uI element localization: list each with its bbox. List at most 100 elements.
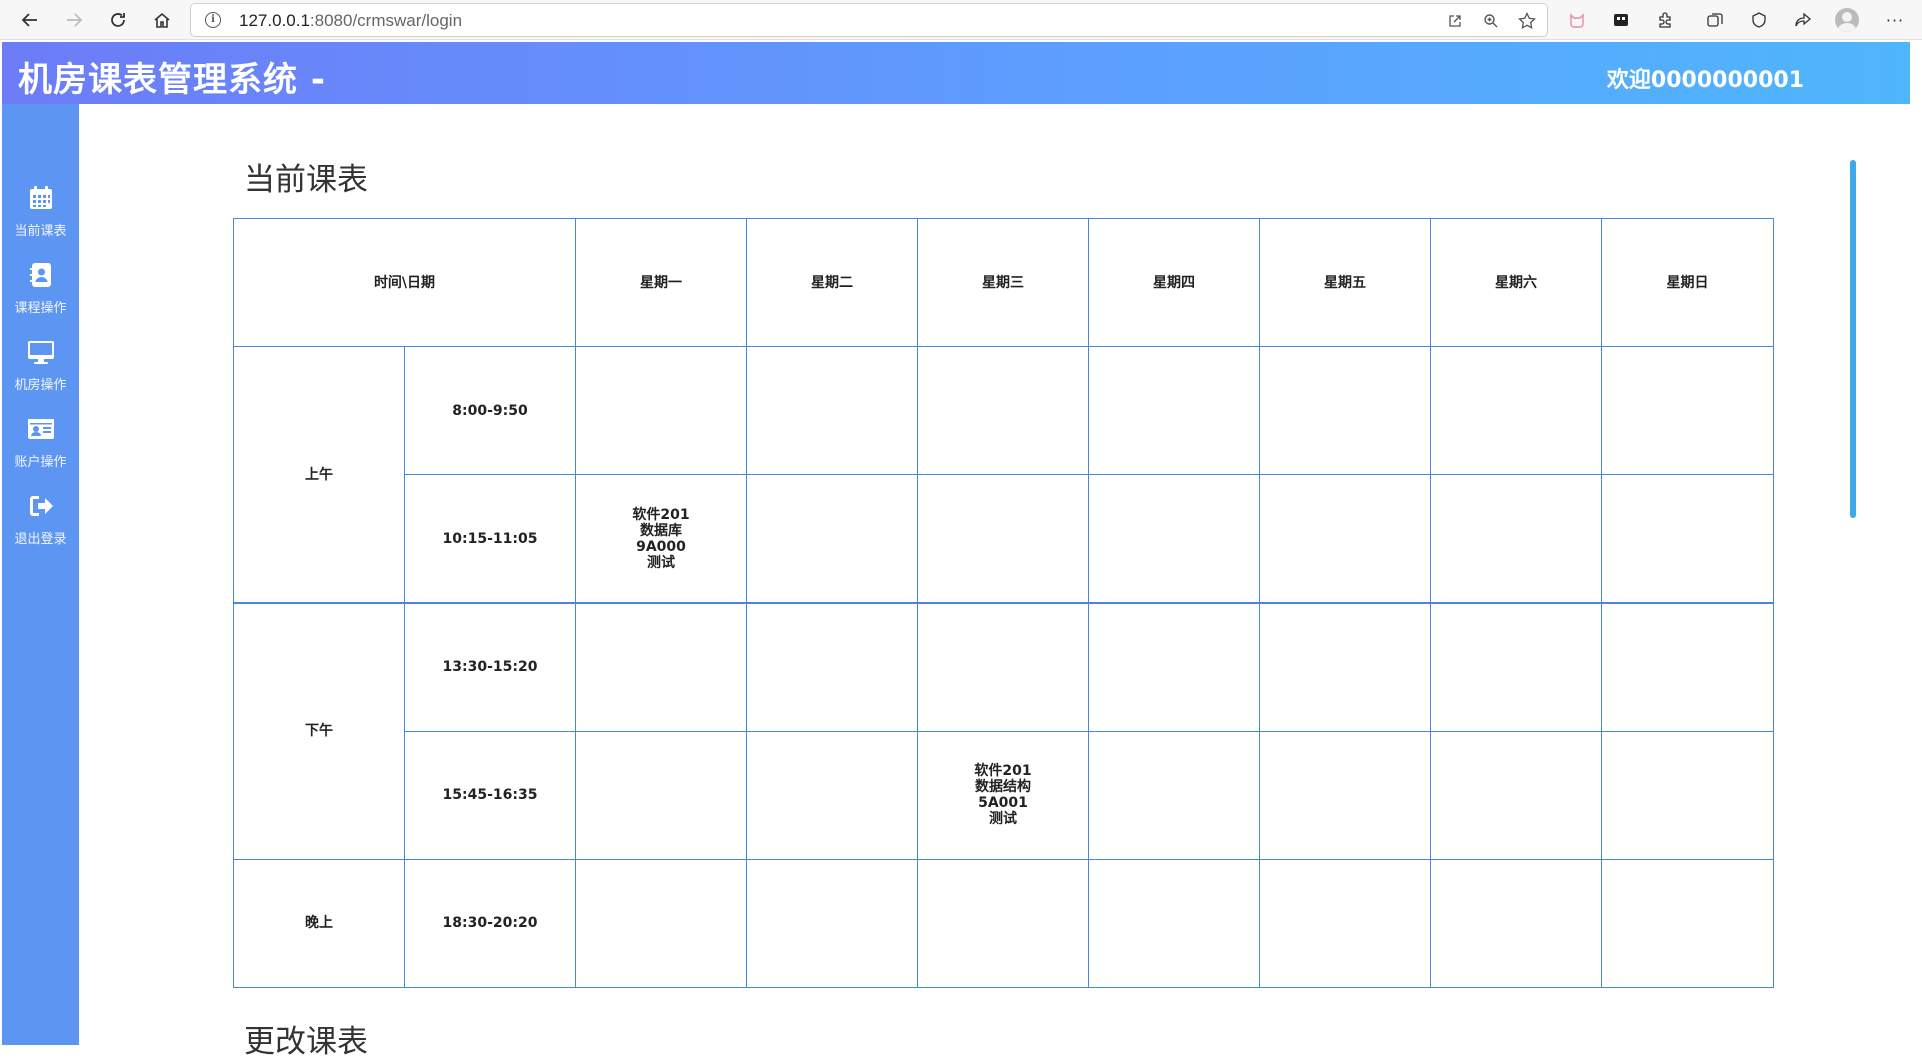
time-slot: 13:30-15:20 xyxy=(404,602,576,732)
table-row: 晚上 18:30-20:20 xyxy=(233,858,1774,989)
timetable-cell[interactable] xyxy=(575,602,747,732)
more-options-icon[interactable]: ··· xyxy=(1880,6,1910,34)
sidebar: 当前课表 课程操作 机房操作 账户操作 退出登录 xyxy=(2,104,79,1045)
contact-book-icon xyxy=(29,263,51,287)
back-icon[interactable] xyxy=(16,6,44,34)
address-bar[interactable]: i 127.0.0.1:8080/crmswar/login xyxy=(190,3,1548,37)
extension-cat-icon[interactable] xyxy=(1562,6,1592,34)
timetable-cell[interactable] xyxy=(1430,858,1602,989)
course-teacher: 测试 xyxy=(647,554,675,571)
day-header: 星期三 xyxy=(917,217,1089,348)
course-cell[interactable]: 软件201 数据结构 5A001 测试 xyxy=(917,730,1089,860)
extension-box-icon[interactable] xyxy=(1606,6,1636,34)
zoom-icon[interactable] xyxy=(1480,10,1502,32)
scrollbar-thumb[interactable] xyxy=(1850,160,1856,518)
day-header: 星期日 xyxy=(1601,217,1774,348)
timetable-cell[interactable] xyxy=(746,346,918,476)
extensions-puzzle-icon[interactable] xyxy=(1650,6,1680,34)
id-card-icon xyxy=(27,419,54,439)
collections-icon[interactable] xyxy=(1700,6,1730,34)
time-slot: 8:00-9:50 xyxy=(404,346,576,476)
timetable-cell[interactable] xyxy=(1430,474,1602,604)
timetable-cell[interactable] xyxy=(746,602,918,732)
sign-out-icon xyxy=(29,496,53,516)
timetable-cell[interactable] xyxy=(1259,858,1431,989)
day-header: 星期五 xyxy=(1259,217,1431,348)
timetable-cell[interactable] xyxy=(1430,602,1602,732)
timetable-cell[interactable] xyxy=(917,474,1089,604)
day-header: 星期一 xyxy=(575,217,747,348)
timetable-cell[interactable] xyxy=(1088,730,1260,860)
timetable-cell[interactable] xyxy=(1259,474,1431,604)
monitor-icon xyxy=(27,341,54,364)
timetable-cell[interactable] xyxy=(1088,858,1260,989)
timetable-cell[interactable] xyxy=(1088,602,1260,732)
url-text[interactable]: 127.0.0.1:8080/crmswar/login xyxy=(239,11,462,31)
sidebar-item-logout[interactable]: 退出登录 xyxy=(2,492,79,564)
favorite-star-icon[interactable] xyxy=(1516,10,1538,32)
time-slot: 15:45-16:35 xyxy=(404,730,576,860)
sidebar-item-label: 机房操作 xyxy=(14,378,67,393)
table-header-row: 时间\日期 星期一 星期二 星期三 星期四 星期五 星期六 星期日 xyxy=(233,217,1774,348)
timetable-cell[interactable] xyxy=(1601,602,1774,732)
timetable-cell[interactable] xyxy=(1601,730,1774,860)
sidebar-item-label: 账户操作 xyxy=(14,455,67,470)
time-slot: 10:15-11:05 xyxy=(404,474,576,604)
course-room: 9A000 xyxy=(636,538,686,555)
change-timetable-title: 更改课表 xyxy=(244,1024,368,1060)
timetable-cell[interactable] xyxy=(746,474,918,604)
table-row: 上午 8:00-9:50 xyxy=(233,346,1774,604)
sidebar-item-label: 当前课表 xyxy=(14,224,67,239)
timetable-cell[interactable] xyxy=(1088,474,1260,604)
timetable-cell[interactable] xyxy=(1601,474,1774,604)
share-icon[interactable] xyxy=(1788,6,1818,34)
info-icon[interactable]: i xyxy=(205,12,221,28)
course-cell[interactable]: 软件201 数据库 9A000 测试 xyxy=(575,474,747,604)
timetable-cell[interactable] xyxy=(1259,346,1431,476)
course-name: 数据结构 xyxy=(975,779,1031,796)
sidebar-item-label: 退出登录 xyxy=(14,532,67,547)
course-room: 5A001 xyxy=(978,795,1028,812)
timetable-cell[interactable] xyxy=(1088,346,1260,476)
timetable-cell[interactable] xyxy=(1430,730,1602,860)
timetable-cell[interactable] xyxy=(917,346,1089,476)
period-label: 晚上 xyxy=(233,858,405,989)
timetable-cell[interactable] xyxy=(917,602,1089,732)
timetable-cell[interactable] xyxy=(1259,602,1431,732)
timetable-cell[interactable] xyxy=(1259,730,1431,860)
timetable-cell[interactable] xyxy=(575,730,747,860)
welcome-text: 欢迎0000000001 xyxy=(1606,68,1804,93)
course-name: 数据库 xyxy=(640,522,682,539)
day-header: 星期四 xyxy=(1088,217,1260,348)
app-header: 机房课表管理系统 - 欢迎0000000001 xyxy=(2,42,1910,104)
browser-toolbar: i 127.0.0.1:8080/crmswar/login ··· xyxy=(0,0,1922,40)
timetable-cell[interactable] xyxy=(575,346,747,476)
sidebar-item-room-ops[interactable]: 机房操作 xyxy=(2,338,79,410)
profile-avatar[interactable] xyxy=(1835,8,1859,32)
table-row: 10:15-11:05 软件201 数据库 9A000 测试 xyxy=(234,474,1774,604)
timetable-cell[interactable] xyxy=(1601,858,1774,989)
refresh-icon[interactable] xyxy=(104,6,132,34)
open-in-app-icon[interactable] xyxy=(1444,10,1466,32)
sidebar-item-course-ops[interactable]: 课程操作 xyxy=(2,261,79,333)
timetable-cell[interactable] xyxy=(746,858,918,989)
timetable: 时间\日期 星期一 星期二 星期三 星期四 星期五 星期六 星期日 上午 8:0… xyxy=(233,217,1774,989)
timetable-cell[interactable] xyxy=(917,858,1089,989)
timetable-cell[interactable] xyxy=(1601,346,1774,476)
timetable-cell[interactable] xyxy=(575,858,747,989)
table-row: 下午 13:30-15:20 xyxy=(233,602,1774,860)
period-label: 上午 xyxy=(233,346,405,604)
browser-essentials-icon[interactable] xyxy=(1744,6,1774,34)
app-title: 机房课表管理系统 - xyxy=(18,60,326,100)
sidebar-item-current-timetable[interactable]: 当前课表 xyxy=(2,184,79,256)
course-class: 软件201 xyxy=(974,763,1032,780)
day-header: 星期二 xyxy=(746,217,918,348)
forward-icon[interactable] xyxy=(60,6,88,34)
home-icon[interactable] xyxy=(148,6,176,34)
current-timetable-title: 当前课表 xyxy=(244,162,368,198)
sidebar-item-account-ops[interactable]: 账户操作 xyxy=(2,415,79,487)
timetable-cell[interactable] xyxy=(746,730,918,860)
time-slot: 18:30-20:20 xyxy=(404,858,576,989)
course-class: 软件201 xyxy=(632,506,690,523)
timetable-cell[interactable] xyxy=(1430,346,1602,476)
